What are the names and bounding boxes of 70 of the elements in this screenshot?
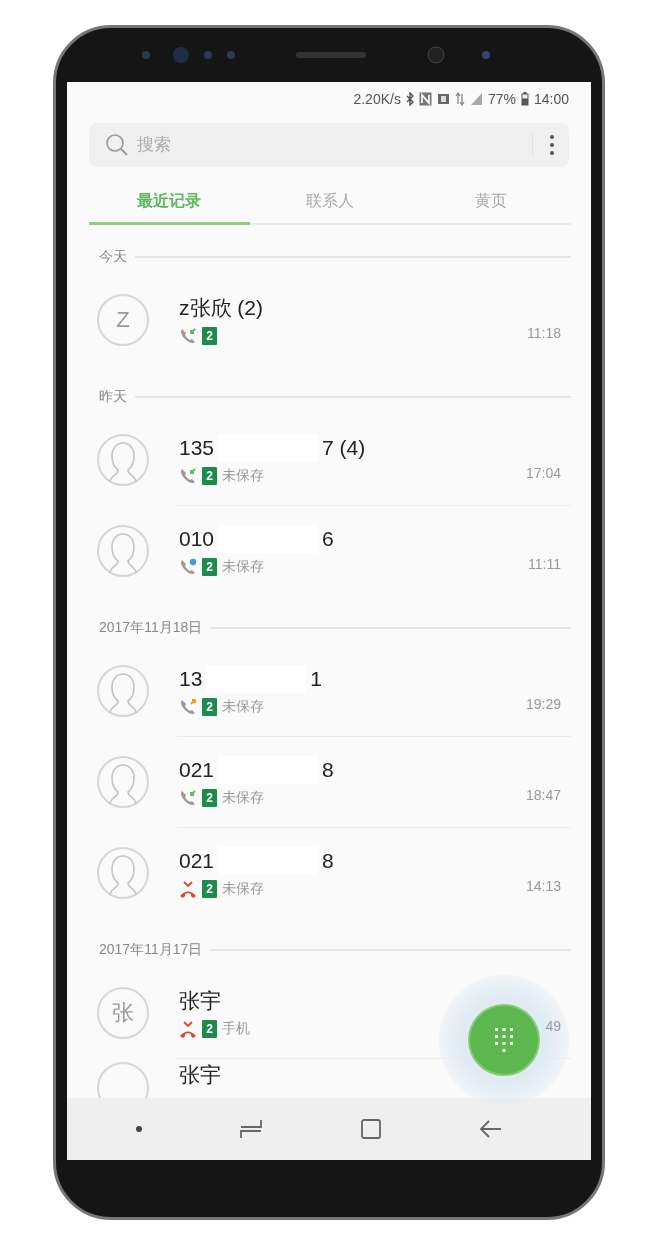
contact-avatar: Z [97,293,149,346]
caller-number: 6 [322,526,334,551]
person-avatar-icon [97,755,149,808]
search-field[interactable]: 搜索 [89,123,569,167]
missed-call-icon [179,879,197,898]
search-input[interactable]: 搜索 [135,134,526,156]
sim-badge: 2 [202,1019,217,1038]
caller-number: 021 [179,757,215,782]
call-time: 19:29 [525,696,561,712]
caller-name: z张欣 (2) [179,294,263,321]
phone-arrow-icon [179,788,197,807]
number-label: 未保存 [222,466,264,485]
search-icon [105,133,129,157]
person-avatar-icon [97,846,149,899]
missed-call-icon [179,1019,197,1038]
date-header: 昨天 [99,388,127,406]
caller-number: 021 [179,848,215,873]
date-header: 2017年11月18日 [99,619,203,637]
number-label: 手机 [222,1019,250,1038]
data-arrows-icon [454,92,465,106]
sim-badge: 2 [202,326,217,345]
sim-badge: 2 [202,697,217,716]
phone-arrow-icon [179,326,197,345]
number-label: 未保存 [222,788,264,807]
caller-number: 010 [179,526,215,551]
caller-number: 8 [322,757,334,782]
sim-badge: 2 [202,788,217,807]
person-avatar-icon [97,524,149,577]
call-time: 14:13 [525,878,561,894]
number-label: 未保存 [222,557,264,576]
date-header: 今天 [99,248,127,266]
dot-indicator-icon[interactable] [135,1126,142,1132]
more-options-icon[interactable] [549,134,555,156]
call-time: 17:04 [525,465,561,481]
recent-apps-icon[interactable] [238,1118,263,1140]
home-icon[interactable] [359,1118,382,1140]
call-time: 11:11 [528,556,561,572]
person-avatar-icon [97,433,149,486]
number-label: 未保存 [222,697,264,716]
clock-time: 14:00 [533,91,569,107]
number-label: 未保存 [222,879,264,898]
signal-icon [469,92,483,106]
phone-arrow-icon [179,697,197,716]
call-log-row[interactable]: Z z张欣 (2) 2 11:18 [67,274,591,365]
sim-badge: 2 [202,466,217,485]
call-time: 49 [545,1018,561,1034]
date-header: 2017年11月17日 [99,941,203,959]
battery-icon [520,92,529,106]
call-time: 18:47 [525,787,561,803]
call-log-row[interactable]: 张 张宇 2 手机 49 [67,967,591,1058]
network-speed: 2.20K/s [353,91,401,107]
back-icon[interactable] [478,1118,503,1140]
caller-number: 135 [179,435,215,460]
caller-number: 13 [179,666,203,691]
contact-avatar: 张 [97,986,149,1039]
caller-number: 8 [322,848,334,873]
caller-number: 7 (4) [322,435,366,460]
sim-badge: 2 [202,557,217,576]
caller-name: 张宇 [179,987,221,1014]
bluetooth-icon [405,92,414,106]
call-log-row[interactable]: 张宇 [67,1058,591,1098]
caller-name: 张宇 [179,1062,221,1088]
person-avatar-icon [97,664,149,717]
dialpad-icon [494,1027,514,1053]
battery-percent: 77% [487,91,516,107]
phone-arrow-icon [179,466,197,485]
nfc-icon [418,92,432,106]
call-time: 11:18 [527,325,561,341]
caller-number: 1 [310,666,323,691]
sim-badge: 2 [202,879,217,898]
